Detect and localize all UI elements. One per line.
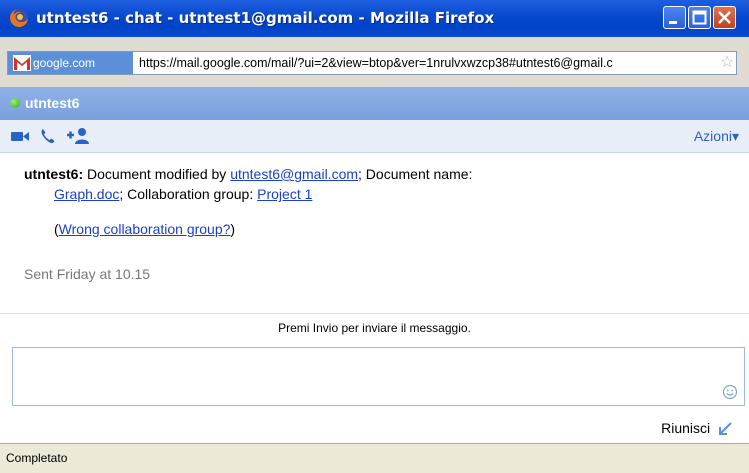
wrong-group-line: (Wrong collaboration group?)	[54, 221, 235, 237]
actions-menu[interactable]: Azioni▾	[694, 128, 739, 145]
chat-message: utntest6: Document modified by utntest6@…	[24, 164, 724, 204]
collaboration-group-link[interactable]: Project 1	[257, 186, 312, 202]
chat-header[interactable]: utntest6	[0, 87, 749, 120]
chevron-down-icon: ▾	[731, 128, 739, 144]
online-status-icon	[10, 98, 20, 108]
message-text: Document modified by	[83, 166, 231, 182]
firefox-icon	[10, 9, 28, 27]
phone-call-icon[interactable]	[38, 126, 58, 146]
browser-status-bar: Completato	[0, 443, 749, 473]
message-timestamp: Sent Friday at 10.15	[24, 266, 151, 282]
paren-close: )	[230, 221, 236, 237]
maximize-icon	[692, 10, 707, 25]
popin-button[interactable]: Riunisci	[661, 420, 733, 437]
message-text: ; Collaboration group:	[119, 186, 258, 202]
site-identity-badge[interactable]: google.com	[8, 52, 133, 74]
message-input[interactable]	[12, 347, 745, 406]
contact-name: utntest6	[25, 95, 80, 111]
video-call-icon[interactable]	[10, 126, 32, 146]
url-field[interactable]: google.com https://mail.google.com/mail/…	[7, 51, 737, 75]
minimize-button[interactable]	[663, 6, 686, 29]
close-button[interactable]	[713, 6, 736, 29]
close-icon	[718, 11, 731, 24]
add-person-icon[interactable]	[66, 126, 92, 146]
send-hint: Premi Invio per inviare il messaggio.	[278, 321, 471, 335]
message-text: ; Document name:	[358, 166, 473, 182]
document-link[interactable]: Graph.doc	[54, 186, 119, 202]
gmail-icon	[13, 55, 31, 71]
status-text: Completato	[6, 451, 68, 465]
actions-label: Azioni	[693, 128, 732, 144]
chat-message-area: utntest6: Document modified by utntest6@…	[0, 153, 749, 313]
window-titlebar[interactable]: utntest6 - chat - utntest1@gmail.com - M…	[0, 0, 749, 37]
smiley-icon[interactable]	[722, 384, 738, 400]
minimize-icon	[669, 21, 677, 24]
arrow-down-left-icon	[719, 422, 732, 436]
site-label: google.com	[33, 56, 96, 70]
url-text: https://mail.google.com/mail/?ui=2&view=…	[139, 56, 613, 70]
bookmark-star-icon[interactable]: ☆	[720, 54, 734, 72]
window-title: utntest6 - chat - utntest1@gmail.com - M…	[36, 9, 495, 27]
sender-email-link[interactable]: utntest6@gmail.com	[230, 166, 358, 182]
wrong-group-link[interactable]: Wrong collaboration group?	[59, 221, 231, 237]
divider	[0, 313, 749, 314]
popin-label: Riunisci	[661, 420, 711, 436]
chat-toolbar: Azioni▾	[0, 120, 749, 153]
address-bar-area: google.com https://mail.google.com/mail/…	[0, 37, 749, 87]
maximize-button[interactable]	[688, 6, 711, 29]
message-sender: utntest6:	[24, 166, 84, 182]
